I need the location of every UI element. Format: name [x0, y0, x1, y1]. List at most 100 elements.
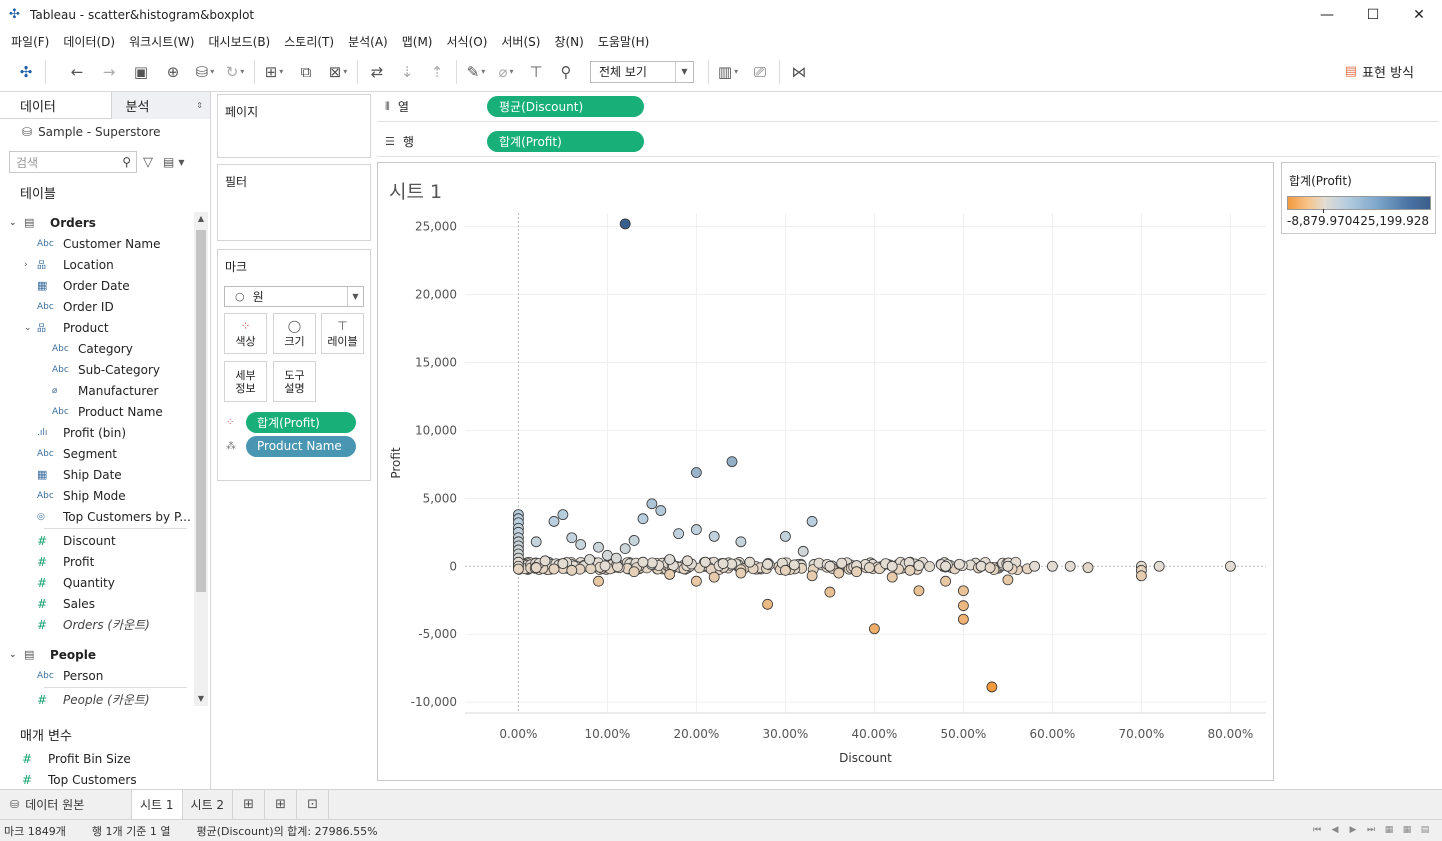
sort-descending-icon[interactable]: ⇡ — [425, 59, 449, 85]
field-item[interactable]: Abc Ship Mode — [0, 485, 194, 506]
datasource-item[interactable]: ⛁ Sample - Superstore — [0, 119, 210, 145]
show-mark-labels-icon[interactable]: ⊤ — [524, 59, 548, 85]
menu-window[interactable]: 창(N) — [547, 33, 590, 50]
new-datasource-icon[interactable]: ⊕ — [161, 59, 185, 85]
tab-data[interactable]: 데이터 — [0, 92, 111, 119]
field-list-scrollbar[interactable]: ▲ ▼ — [194, 212, 208, 706]
show-cards-icon[interactable]: ▥ ▾ — [716, 59, 740, 85]
field-item[interactable]: ▦ Ship Date — [0, 464, 194, 485]
first-sheet-icon[interactable]: ⏮ — [1308, 823, 1326, 837]
field-item[interactable]: ◎ Top Customers by P... — [0, 506, 194, 527]
menu-worksheet[interactable]: 워크시트(W) — [122, 33, 201, 50]
show-sheet-sorter-icon[interactable]: ▦ — [1398, 823, 1416, 837]
profit-row-pill[interactable]: 합계(Profit) — [487, 131, 644, 152]
next-sheet-icon[interactable]: ▶ — [1344, 823, 1362, 837]
menu-file[interactable]: 파일(F) — [4, 33, 56, 50]
field-item[interactable]: Abc Customer Name — [0, 233, 194, 254]
collapse-arrow-icon[interactable]: ⌄ — [9, 650, 17, 660]
color-legend[interactable]: 합계(Profit) -8,879.9704 25,199.928 — [1281, 162, 1436, 234]
mark-type-dropdown[interactable]: ○ 원 ▼ — [224, 286, 364, 307]
rows-shelf[interactable]: ☰ 행 합계(Profit) — [377, 127, 1439, 157]
tab-sheet-2[interactable]: 시트 2 — [183, 789, 234, 820]
color-button[interactable]: ⁘ 색상 — [224, 313, 267, 354]
tooltip-button[interactable]: 도구 설명 — [273, 361, 316, 402]
menu-analysis[interactable]: 분석(A) — [341, 33, 395, 50]
show-me-button[interactable]: ▤ 표현 방식 — [1345, 62, 1414, 81]
show-tabs-icon[interactable]: ▤ — [1416, 823, 1434, 837]
field-item[interactable]: # Quantity — [0, 572, 194, 593]
field-item[interactable]: # Orders (카운트) — [0, 614, 194, 635]
field-item[interactable]: # People (카운트) — [0, 689, 194, 707]
field-item[interactable]: # Profit — [0, 551, 194, 572]
pages-card[interactable]: 페이지 — [217, 94, 371, 158]
menu-map[interactable]: 맵(M) — [395, 33, 440, 50]
clear-sheet-icon[interactable]: ⊠ ▾ — [326, 59, 350, 85]
menu-story[interactable]: 스토리(T) — [277, 33, 341, 50]
field-item[interactable]: › 品 Location — [0, 254, 194, 275]
parameter-item[interactable]: # Top Customers — [0, 769, 194, 790]
group-members-icon[interactable]: ⌀ ▾ — [494, 59, 518, 85]
collapse-arrow-icon[interactable]: ⌄ — [9, 218, 17, 228]
duplicate-sheet-icon[interactable]: ⧉ — [294, 59, 318, 85]
fix-axes-icon[interactable]: ⚲ — [554, 59, 578, 85]
prev-sheet-icon[interactable]: ◀ — [1326, 823, 1344, 837]
field-item[interactable]: .ılı Profit (bin) — [0, 422, 194, 443]
start-page-icon[interactable]: ✣ — [14, 59, 38, 85]
highlight-icon[interactable]: ✎ ▾ — [464, 59, 488, 85]
field-item[interactable]: Abc Person — [0, 665, 194, 686]
new-worksheet-icon[interactable]: ⊞ ▾ — [262, 59, 286, 85]
pause-updates-icon[interactable]: ⛁ ▾ — [193, 59, 217, 85]
field-item[interactable]: ▦ Order Date — [0, 275, 194, 296]
field-item[interactable]: Abc Category — [0, 338, 194, 359]
menu-help[interactable]: 도움말(H) — [591, 33, 657, 50]
close-button[interactable]: ✕ — [1396, 0, 1442, 30]
list-view-icon[interactable]: ▤ — [163, 155, 174, 169]
profit-color-pill[interactable]: 합계(Profit) — [246, 411, 356, 433]
field-item[interactable]: ⌄ ▤ People — [0, 644, 194, 665]
field-item[interactable]: Abc Segment — [0, 443, 194, 464]
field-item[interactable]: Abc Order ID — [0, 296, 194, 317]
filters-card[interactable]: 필터 — [217, 164, 371, 241]
menu-data[interactable]: 데이터(D) — [56, 33, 122, 50]
field-item[interactable]: # Discount — [0, 530, 194, 551]
tab-sheet-1[interactable]: 시트 1 — [132, 789, 183, 820]
search-input[interactable]: 검색 ⚲ — [9, 151, 137, 173]
discount-column-pill[interactable]: 평균(Discount) — [487, 96, 644, 117]
worksheet-view[interactable]: 시트 1 -10,000 -5,000 0 5,000 10,000 15,000 20,0… — [377, 162, 1274, 781]
last-sheet-icon[interactable]: ⏭ — [1362, 823, 1380, 837]
refresh-icon[interactable]: ↻ ▾ — [223, 59, 247, 85]
scroll-down-icon[interactable]: ▼ — [194, 692, 208, 706]
label-button[interactable]: ⊤ 레이블 — [321, 313, 364, 354]
new-story-tab-icon[interactable]: ⊡ — [297, 789, 330, 820]
tab-analysis[interactable]: 분석 ⇕ — [111, 92, 210, 119]
parameter-item[interactable]: # Profit Bin Size — [0, 748, 194, 769]
product-name-detail-pill[interactable]: Product Name — [246, 435, 356, 457]
detail-button[interactable]: 세부 정보 — [224, 361, 267, 402]
scroll-thumb[interactable] — [196, 230, 206, 592]
scatter-plot[interactable]: -10,000 -5,000 0 5,000 10,000 15,000 20,000 25,… — [378, 163, 1275, 782]
field-item[interactable]: ⌄ 品 Product — [0, 317, 194, 338]
menu-server[interactable]: 서버(S) — [494, 33, 547, 50]
minimize-button[interactable]: — — [1304, 0, 1350, 30]
expand-arrow-icon[interactable]: › — [24, 260, 28, 270]
maximize-button[interactable]: ☐ — [1350, 0, 1396, 30]
swap-rows-columns-icon[interactable]: ⇄ — [365, 59, 389, 85]
presentation-mode-icon[interactable]: ⎚ — [748, 59, 772, 85]
new-worksheet-tab-icon[interactable]: ⊞ — [233, 789, 266, 820]
share-icon[interactable]: ⋈ — [787, 59, 811, 85]
collapse-arrow-icon[interactable]: ⌄ — [24, 323, 32, 333]
columns-shelf[interactable]: ⦀ 열 평균(Discount) — [377, 92, 1439, 122]
sort-ascending-icon[interactable]: ⇣ — [395, 59, 419, 85]
chevron-down-icon[interactable]: ▼ — [178, 158, 184, 167]
tab-datasource[interactable]: ⛁ 데이터 원본 — [0, 789, 132, 820]
field-item[interactable]: ⌄ ▤ Orders — [0, 212, 194, 233]
show-filmstrip-icon[interactable]: ▦ — [1380, 823, 1398, 837]
field-item[interactable]: ⌀ Manufacturer — [0, 380, 194, 401]
undo-icon[interactable]: ← — [65, 59, 89, 85]
menu-dashboard[interactable]: 대시보드(B) — [201, 33, 277, 50]
save-icon[interactable]: ▣ — [129, 59, 153, 85]
filter-icon[interactable]: ▽ — [143, 155, 153, 170]
new-dashboard-tab-icon[interactable]: ⊞ — [265, 789, 298, 820]
scroll-up-icon[interactable]: ▲ — [194, 212, 208, 226]
size-button[interactable]: ◯ 크기 — [273, 313, 316, 354]
